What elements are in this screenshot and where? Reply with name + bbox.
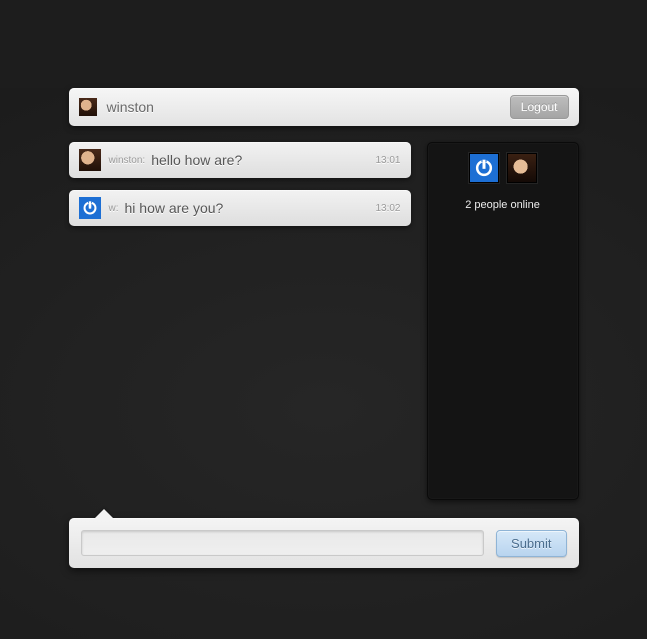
- composer-pointer: [95, 509, 113, 518]
- message-time: 13:01: [375, 155, 400, 166]
- username-label: winston: [107, 99, 510, 115]
- message-text: hello how are?: [151, 152, 375, 168]
- presence-count: 2 people online: [438, 199, 568, 211]
- logout-button[interactable]: Logout: [510, 95, 569, 119]
- user-avatar: [79, 98, 97, 116]
- message-sender: winston:: [109, 155, 146, 166]
- composer-bar: Submit: [69, 518, 579, 568]
- main-columns: winston: hello how are? 13:01 w: hi how …: [69, 142, 579, 500]
- message-row: winston: hello how are? 13:01: [69, 142, 411, 178]
- message-text: hi how are you?: [125, 200, 376, 216]
- presence-sidebar: 2 people online: [427, 142, 579, 500]
- chat-app: winston Logout winston: hello how are? 1…: [69, 88, 579, 568]
- message-time: 13:02: [375, 203, 400, 214]
- composer-wrap: Submit: [69, 518, 579, 568]
- message-list: winston: hello how are? 13:01 w: hi how …: [69, 142, 411, 226]
- submit-button[interactable]: Submit: [496, 530, 566, 557]
- power-icon: [82, 200, 98, 216]
- message-sender: w:: [109, 203, 119, 214]
- message-avatar: [79, 197, 101, 219]
- header-bar: winston Logout: [69, 88, 579, 126]
- power-icon: [474, 158, 494, 178]
- presence-avatar-list: [438, 153, 568, 183]
- message-input[interactable]: [81, 530, 485, 556]
- message-row: w: hi how are you? 13:02: [69, 190, 411, 226]
- presence-avatar: [469, 153, 499, 183]
- message-avatar: [79, 149, 101, 171]
- presence-avatar: [507, 153, 537, 183]
